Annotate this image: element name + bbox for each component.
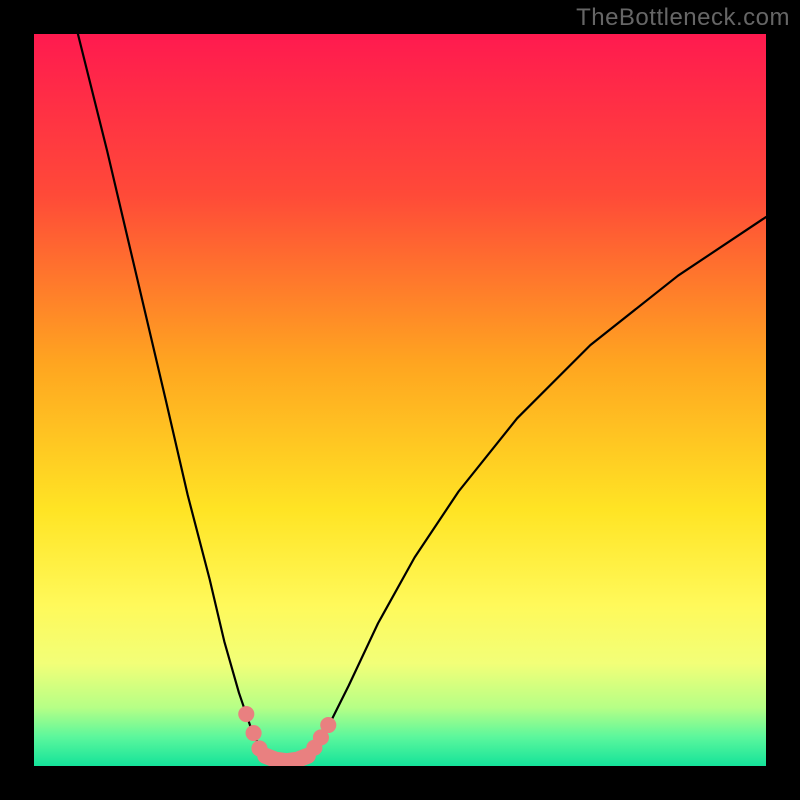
marker-dot — [320, 717, 336, 733]
plot-area — [34, 34, 766, 766]
marker-dot — [246, 725, 262, 741]
marker-dot — [238, 706, 254, 722]
gradient-background — [34, 34, 766, 766]
chart-frame: TheBottleneck.com — [0, 0, 800, 800]
valley-highlight — [265, 756, 307, 761]
marker-dot — [251, 740, 267, 756]
plot-svg — [34, 34, 766, 766]
watermark-text: TheBottleneck.com — [576, 4, 790, 32]
